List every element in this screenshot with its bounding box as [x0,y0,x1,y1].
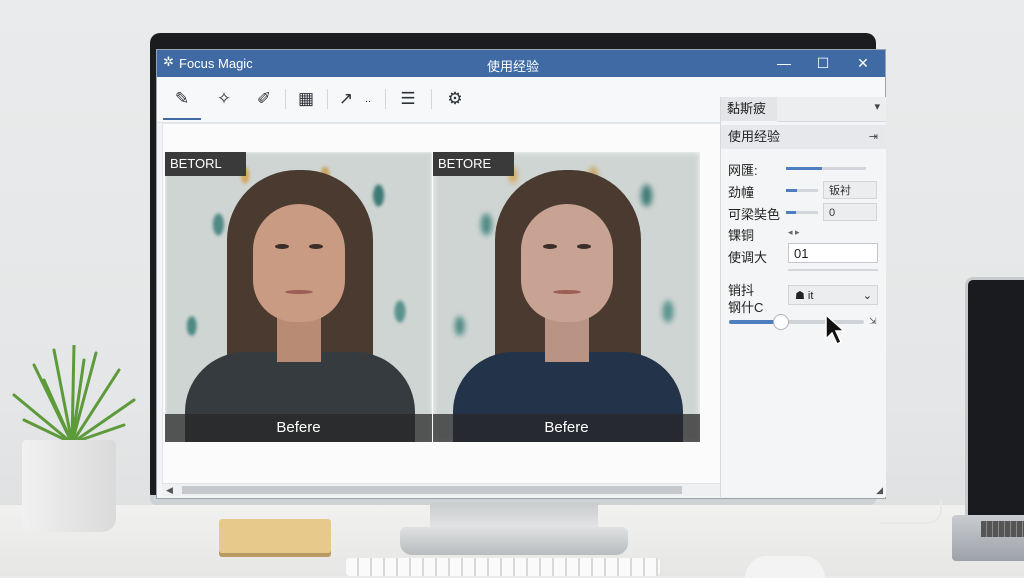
image-caption: Befere [433,414,700,442]
keyboard [346,558,660,576]
input-label: 使调大 [728,250,768,265]
slider-end-icon: ⇲ [869,316,877,326]
section-title: 使用经验 [728,129,781,144]
collapse-icon[interactable]: ⇥ [869,125,878,149]
before-image-right[interactable]: BETORE Befere [433,152,700,442]
portrait-eye [577,244,591,249]
before-image-left[interactable]: BETORL Befere [165,152,432,442]
image-compare-icon[interactable]: ▦ [293,87,319,111]
row-label: 可梁奘色 [728,207,781,222]
strength-slider-knob[interactable] [773,314,790,330]
portrait-face [253,204,345,322]
image-tag: BETORE [433,152,514,176]
dropdown-value: it [807,290,814,302]
panel-section-header[interactable]: 使用经验 ⇥ [721,125,886,149]
potted-plant [12,345,136,445]
toolbar-separator [431,89,432,109]
select-brush-icon[interactable]: ✎ [163,87,201,120]
panel-tab-bar: ▾ [777,97,886,122]
panel-tab[interactable]: 黏斯疲 [721,97,777,121]
crop-more-label: .. [364,93,372,105]
select-label: 钢什C [728,300,764,315]
pencil-icon[interactable]: ✐ [251,87,277,111]
panel-pin-icon[interactable]: ▾ [874,100,880,113]
image-caption: Befere [165,414,432,442]
portrait-eye [543,244,557,249]
list-settings-icon[interactable]: ☰ [395,87,421,111]
magic-wand-icon[interactable]: ✧ [211,87,237,111]
mouse-cursor-icon [825,313,846,346]
portrait-mouth [553,290,581,294]
computer-mouse [745,556,825,578]
title-bar[interactable]: ✲ Focus Magic 使用经验 — ☐ ✕ [157,50,885,77]
laptop-screen [965,277,1024,523]
gear-icon[interactable]: ⚙ [442,87,468,111]
stepper-icon[interactable]: ◂ ▸ [788,227,800,238]
toolbar-separator [327,89,328,109]
row-label: 锞铜 [728,228,755,243]
toolbar-separator [285,89,286,109]
mode-dropdown[interactable]: ☗ it ⌄ [788,285,878,305]
plant-pot [22,440,116,532]
row-slider[interactable] [786,167,866,170]
value-input[interactable]: 01 [788,243,878,263]
properties-panel: 黏斯疲 ▾ 使用经验 ⇥ 网匯: 劲幢 钣衬 可梁奘色 0 锞铜 ◂ ▸ 使调大… [720,97,886,497]
slider-fill [786,189,798,192]
toolbar-separator [385,89,386,109]
minimize-button[interactable]: — [771,53,797,73]
notebook [219,519,331,553]
app-window: ✲ Focus Magic 使用经验 — ☐ ✕ ✎ ✧ ✐ ▦ ↗ .. ☰ … [157,50,886,498]
portrait-eye [309,244,323,249]
maximize-button[interactable]: ☐ [810,53,836,73]
row-slider[interactable] [786,189,818,192]
monitor-stand [430,503,598,529]
value-field[interactable]: 0 [823,203,877,221]
image-tag: BETORL [165,152,246,176]
app-logo-icon: ✲ [163,54,174,69]
chevron-down-icon: ⌄ [862,290,872,302]
monitor-stand-base [400,527,628,555]
horizontal-scroll-thumb[interactable] [182,486,682,494]
portrait-face [521,204,613,322]
portrait-eye [275,244,289,249]
slider-fill [786,211,796,214]
value-field[interactable]: 钣衬 [823,181,877,199]
dropdown-icon: ☗ [795,290,808,302]
scroll-left-icon[interactable]: ◀ [166,485,173,496]
slider-fill [786,167,822,170]
app-name: Focus Magic [179,56,253,71]
row-label: 劲幢 [728,185,755,200]
portrait-mouth [285,290,313,294]
laptop-keyboard [981,521,1024,537]
cable [880,500,942,524]
input-underline [788,269,878,271]
row-slider[interactable] [786,211,818,214]
row-label: 网匯: [728,163,758,178]
resize-grip-icon[interactable]: ◢ [876,485,883,496]
close-button[interactable]: ✕ [850,53,876,73]
window-title: 使用经验 [487,59,540,74]
